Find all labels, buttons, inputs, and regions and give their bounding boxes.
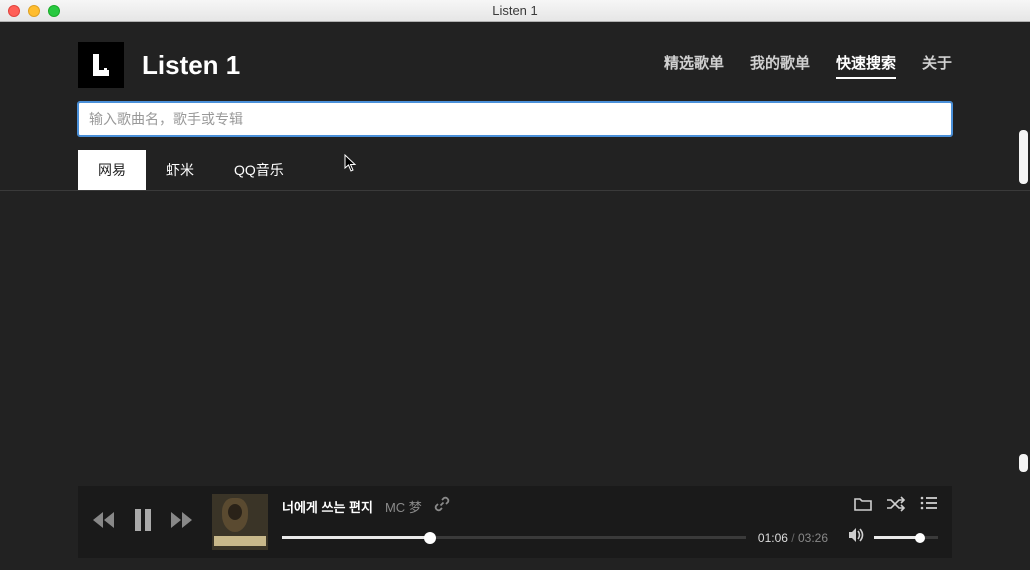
shuffle-icon[interactable] (886, 496, 906, 517)
progress-slider[interactable] (282, 536, 746, 539)
time-elapsed: 01:06 (758, 531, 788, 545)
track-artist[interactable]: MC 梦 (385, 497, 422, 516)
source-tab-xiami[interactable]: 虾米 (146, 150, 214, 190)
volume-slider[interactable] (874, 536, 938, 539)
app-window: Listen 1 精选歌单 我的歌单 快速搜索 关于 网易 虾米 QQ音乐 (0, 22, 1030, 570)
search-row (0, 102, 1030, 136)
maximize-window-button[interactable] (48, 5, 60, 17)
brand-title: Listen 1 (142, 50, 240, 81)
app-logo (78, 42, 124, 88)
time-duration: 03:26 (798, 531, 828, 545)
nav-about[interactable]: 关于 (922, 52, 952, 79)
volume-icon[interactable] (848, 527, 866, 548)
window-titlebar: Listen 1 (0, 0, 1030, 22)
window-title: Listen 1 (492, 3, 538, 18)
album-art[interactable] (212, 494, 268, 550)
source-tab-netease[interactable]: 网易 (78, 150, 146, 190)
minimize-window-button[interactable] (28, 5, 40, 17)
track-title: 너에게 쓰는 편지 (282, 497, 373, 516)
source-tab-qq[interactable]: QQ音乐 (214, 150, 304, 190)
player-bar: 너에게 쓰는 편지 MC 梦 (78, 486, 952, 558)
search-input[interactable] (78, 102, 952, 136)
nav-featured-playlists[interactable]: 精选歌单 (664, 52, 724, 79)
source-tabs: 网易 虾米 QQ音乐 (0, 136, 1030, 191)
open-folder-icon[interactable] (854, 496, 872, 517)
nav-my-playlists[interactable]: 我的歌单 (750, 52, 810, 79)
next-track-button[interactable] (170, 511, 194, 534)
vertical-scrollbar[interactable] (1016, 130, 1030, 472)
app-header: Listen 1 精选歌单 我的歌单 快速搜索 关于 (0, 22, 1030, 100)
logo-icon (87, 51, 115, 79)
playlist-icon[interactable] (920, 496, 938, 517)
nav-quick-search[interactable]: 快速搜索 (836, 52, 896, 79)
close-window-button[interactable] (8, 5, 20, 17)
play-pause-button[interactable] (134, 509, 152, 536)
top-nav: 精选歌单 我的歌单 快速搜索 关于 (664, 52, 952, 79)
link-icon[interactable] (434, 496, 450, 517)
previous-track-button[interactable] (92, 511, 116, 534)
